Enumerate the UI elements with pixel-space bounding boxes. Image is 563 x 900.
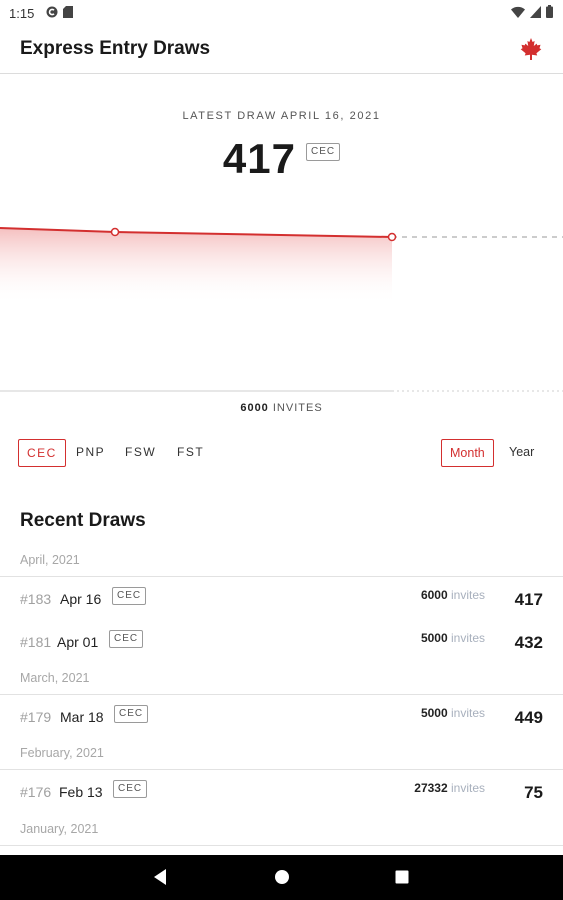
draw-row-179[interactable]: #179 Mar 18 CEC 5000 invites 449 — [0, 705, 563, 729]
chart-invites-label: INVITES — [272, 402, 323, 414]
draw-program-tag: CEC — [109, 630, 144, 648]
program-tab-fsw[interactable]: FSW — [117, 439, 164, 465]
chart-invites-value: 6000 — [240, 402, 269, 414]
draw-invites-label: invites — [450, 706, 485, 720]
app-title: Express Entry Draws — [20, 38, 211, 59]
program-tab-pnp[interactable]: PNP — [68, 439, 113, 465]
draw-date: Mar 18 — [60, 709, 104, 725]
signal-icon — [530, 5, 541, 18]
draw-program-tag: CEC — [113, 780, 148, 798]
system-nav-bar — [0, 855, 563, 900]
chart-point-latest[interactable] — [387, 232, 397, 242]
draw-score: 417 — [514, 590, 543, 609]
draw-invites-label: invites — [450, 781, 485, 795]
program-tab-cec[interactable]: CEC — [18, 439, 66, 467]
draw-invites-count: 27332 — [414, 781, 448, 795]
draw-number: #179 — [20, 709, 52, 725]
period-tab-month[interactable]: Month — [441, 439, 494, 467]
recents-icon[interactable] — [394, 868, 410, 886]
draw-score: 449 — [514, 708, 543, 727]
draw-number: #176 — [20, 784, 52, 800]
draw-invites-count: 5000 — [420, 706, 448, 720]
wifi-icon — [511, 6, 525, 18]
home-icon[interactable] — [274, 868, 290, 886]
month-header-february: February, 2021 — [20, 746, 104, 760]
chart-invites-caption: 6000 INVITES — [0, 402, 563, 414]
c-badge-icon — [46, 6, 58, 18]
month-header-april: April, 2021 — [20, 553, 80, 567]
chart-area-fill — [0, 228, 392, 305]
draw-program-tag: CEC — [114, 705, 149, 723]
period-tab-year[interactable]: Year — [501, 439, 542, 465]
draw-invites-count: 5000 — [420, 631, 448, 645]
draw-date: Apr 01 — [57, 634, 99, 650]
draw-number: #183 — [20, 591, 52, 607]
status-time: 1:15 — [9, 6, 35, 21]
draw-invites: 6000 invites — [421, 588, 485, 602]
draw-number: #181 — [20, 634, 52, 650]
chart-point[interactable] — [110, 227, 120, 237]
sd-card-icon — [63, 6, 73, 18]
latest-draw-label: LATEST DRAW APRIL 16, 2021 — [182, 110, 381, 122]
divider — [0, 845, 563, 846]
battery-icon — [546, 5, 553, 18]
draw-score: 75 — [524, 783, 543, 802]
draw-invites: 5000 invites — [421, 631, 485, 645]
filter-row: CEC PNP FSW FST Month Year — [18, 439, 545, 467]
draw-program-tag: CEC — [112, 587, 147, 605]
draw-invites: 27332 invites — [414, 781, 485, 795]
program-tab-fst[interactable]: FST — [169, 439, 212, 465]
app-bar: Express Entry Draws — [0, 26, 563, 74]
back-icon[interactable] — [152, 868, 168, 886]
latest-program-tag: CEC — [305, 143, 341, 161]
draw-invites-label: invites — [450, 588, 485, 602]
divider — [0, 769, 563, 770]
draw-date: Feb 13 — [59, 784, 103, 800]
status-bar: 1:15 — [0, 0, 563, 26]
draw-invites-count: 6000 — [420, 588, 448, 602]
draw-invites-label: invites — [450, 631, 485, 645]
maple-leaf-icon[interactable] — [519, 37, 543, 61]
month-header-march: March, 2021 — [20, 671, 90, 685]
latest-score: 417 — [222, 135, 296, 182]
recent-draws-title: Recent Draws — [20, 510, 146, 531]
draw-invites: 5000 invites — [421, 706, 485, 720]
divider — [0, 576, 563, 577]
draw-score-chart[interactable] — [0, 190, 563, 394]
draw-row-176[interactable]: #176 Feb 13 CEC 27332 invites 75 — [0, 780, 563, 804]
draw-date: Apr 16 — [60, 591, 102, 607]
divider — [0, 694, 563, 695]
latest-draw: 417 CEC — [0, 135, 563, 183]
draw-row-181[interactable]: #181 Apr 01 CEC 5000 invites 432 — [0, 630, 563, 654]
month-header-january: January, 2021 — [20, 822, 99, 836]
draw-row-183[interactable]: #183 Apr 16 CEC 6000 invites 417 — [0, 587, 563, 611]
draw-score: 432 — [514, 633, 543, 652]
